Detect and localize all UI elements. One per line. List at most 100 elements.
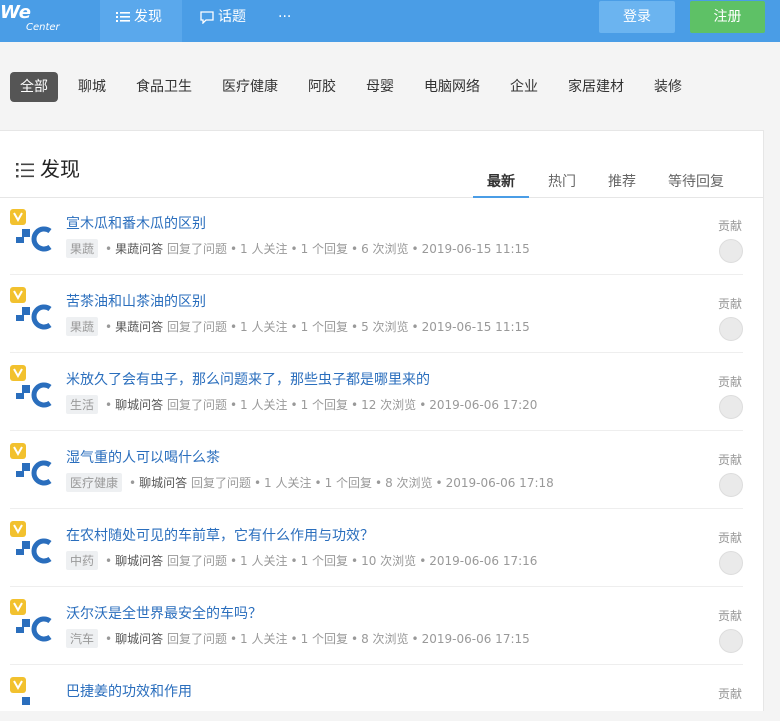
topic-tag[interactable]: 医疗健康	[66, 473, 123, 492]
category-all[interactable]: 全部	[10, 72, 58, 102]
question-title-link[interactable]: 巴捷姜的功效和作用	[66, 681, 192, 701]
follow-count: 1 人关注	[240, 554, 288, 568]
follow-count: 1 人关注	[240, 398, 288, 412]
login-button[interactable]: 登录	[599, 1, 675, 33]
reply-count: 1 个回复	[324, 476, 373, 490]
view-count: 6 次浏览	[361, 242, 409, 256]
register-button[interactable]: 注册	[690, 1, 765, 33]
action-text: 回复了问题	[190, 476, 251, 490]
nav-discover[interactable]: 发现	[100, 0, 182, 42]
question-title-link[interactable]: 沃尔沃是全世界最安全的车吗？	[66, 603, 262, 623]
contributor-avatar[interactable]	[719, 473, 743, 497]
contributor-label: 贡献	[718, 297, 743, 311]
user-avatar-icon[interactable]	[10, 599, 54, 643]
topic-tag[interactable]: 汽车	[66, 629, 99, 648]
view-count: 10 次浏览	[361, 554, 417, 568]
category-computer-network[interactable]: 电脑网络	[414, 72, 490, 102]
category-liaocheng[interactable]: 聊城	[68, 72, 116, 102]
category-enterprise[interactable]: 企业	[500, 72, 548, 102]
category-ejiao[interactable]: 阿胶	[298, 72, 346, 102]
list-item: 巴捷姜的功效和作用 贡献	[0, 665, 763, 705]
source-user-link[interactable]: 聊城问答	[139, 476, 187, 490]
user-avatar-icon[interactable]	[10, 365, 54, 409]
timestamp: 2019-06-15 11:15	[421, 320, 530, 334]
list-item: 沃尔沃是全世界最安全的车吗？ 汽车 • 聊城问答 回复了问题 • 1 人关注 • 1 个回复…	[0, 587, 763, 665]
nav-topics[interactable]: 话题	[184, 0, 266, 42]
user-avatar-icon[interactable]	[10, 287, 54, 331]
category-bar: 全部 聊城 食品卫生 医疗健康 阿胶 母婴 电脑网络 企业 家居建材 装修	[0, 62, 780, 112]
contributor-label: 贡献	[718, 531, 743, 545]
topic-tag[interactable]: 果蔬	[66, 317, 99, 336]
timestamp: 2019-06-06 17:18	[445, 476, 554, 490]
contributor-label: 贡献	[718, 687, 743, 701]
question-meta: 汽车 • 聊城问答 回复了问题 • 1 人关注 • 1 个回复 • 8 次浏览 • 2019-06-…	[66, 629, 530, 648]
question-title-link[interactable]: 湿气重的人可以喝什么茶	[66, 447, 220, 467]
view-count: 12 次浏览	[361, 398, 417, 412]
source-user-link[interactable]: 果蔬问答	[115, 242, 163, 256]
action-text: 回复了问题	[166, 632, 227, 646]
user-avatar-icon[interactable]	[10, 521, 54, 565]
tab-hot[interactable]: 热门	[539, 171, 585, 196]
topic-tag[interactable]: 中药	[66, 551, 99, 570]
question-title-link[interactable]: 苦茶油和山茶油的区别	[66, 291, 206, 311]
action-text: 回复了问题	[166, 320, 227, 334]
follow-count: 1 人关注	[240, 320, 288, 334]
logo-we-text: We	[0, 2, 31, 23]
question-meta: 果蔬 • 果蔬问答 回复了问题 • 1 人关注 • 1 个回复 • 6 次浏览 • 2019-06-…	[66, 239, 530, 258]
site-logo[interactable]: We Center	[0, 0, 62, 42]
contributor-avatar[interactable]	[719, 239, 743, 263]
tab-latest[interactable]: 最新	[473, 171, 529, 198]
topic-tag[interactable]: 生活	[66, 395, 99, 414]
action-text: 回复了问题	[166, 398, 227, 412]
list-item: 米放久了会有虫子，那么问题来了，那些虫子都是哪里来的 生活 • 聊城问答 回复了问题…	[0, 353, 763, 431]
follow-count: 1 人关注	[264, 476, 312, 490]
source-user-link[interactable]: 聊城问答	[115, 632, 163, 646]
reply-count: 1 个回复	[300, 242, 349, 256]
source-user-link[interactable]: 果蔬问答	[115, 320, 163, 334]
view-count: 8 次浏览	[361, 632, 409, 646]
category-food-hygiene[interactable]: 食品卫生	[126, 72, 202, 102]
nav-more[interactable]: ···	[262, 0, 318, 42]
reply-count: 1 个回复	[300, 554, 349, 568]
user-avatar-icon[interactable]	[10, 443, 54, 487]
follow-count: 1 人关注	[240, 242, 288, 256]
user-avatar-icon[interactable]	[10, 677, 54, 721]
question-title-link[interactable]: 宣木瓜和番木瓜的区别	[66, 213, 206, 233]
question-title-link[interactable]: 米放久了会有虫子，那么问题来了，那些虫子都是哪里来的	[66, 369, 430, 389]
category-medical-health[interactable]: 医疗健康	[212, 72, 288, 102]
reply-count: 1 个回复	[300, 320, 349, 334]
category-home-building[interactable]: 家居建材	[558, 72, 634, 102]
question-title-link[interactable]: 在农村随处可见的车前草，它有什么作用与功效？	[66, 525, 374, 545]
contributor-avatar[interactable]	[719, 317, 743, 341]
chat-icon	[200, 10, 214, 25]
view-count: 5 次浏览	[361, 320, 409, 334]
question-meta: 中药 • 聊城问答 回复了问题 • 1 人关注 • 1 个回复 • 10 次浏览 • 2019-06…	[66, 551, 537, 570]
timestamp: 2019-06-06 17:16	[429, 554, 538, 568]
topic-tag[interactable]: 果蔬	[66, 239, 99, 258]
contributor-avatar[interactable]	[719, 629, 743, 653]
timestamp: 2019-06-06 17:15	[421, 632, 530, 646]
list-item: 湿气重的人可以喝什么茶 医疗健康 • 聊城问答 回复了问题 • 1 人关注 • 1 个回复 •…	[0, 431, 763, 509]
contributor-label: 贡献	[718, 453, 743, 467]
category-decoration[interactable]: 装修	[644, 72, 692, 102]
contributor-avatar[interactable]	[719, 395, 743, 419]
top-nav-bar: We Center 发现 话题 ··· 登录 注册	[0, 0, 780, 42]
contributor-label: 贡献	[718, 375, 743, 389]
category-maternal-baby[interactable]: 母婴	[356, 72, 404, 102]
nav-topics-label: 话题	[218, 9, 246, 25]
source-user-link[interactable]: 聊城问答	[115, 554, 163, 568]
contributor-label: 贡献	[718, 219, 743, 233]
tab-waiting-reply[interactable]: 等待回复	[664, 171, 728, 196]
action-text: 回复了问题	[166, 554, 227, 568]
question-meta: 医疗健康 • 聊城问答 回复了问题 • 1 人关注 • 1 个回复 • 8 次浏览 • 2019-0…	[66, 473, 554, 492]
follow-count: 1 人关注	[240, 632, 288, 646]
nav-discover-label: 发现	[134, 9, 162, 25]
source-user-link[interactable]: 聊城问答	[115, 398, 163, 412]
question-meta: 生活 • 聊城问答 回复了问题 • 1 人关注 • 1 个回复 • 12 次浏览 • 2019-06…	[66, 395, 537, 414]
contributor-avatar[interactable]	[719, 551, 743, 575]
more-icon: ···	[278, 9, 292, 25]
list-icon	[116, 12, 130, 22]
tab-recommend[interactable]: 推荐	[599, 171, 645, 196]
user-avatar-icon[interactable]	[10, 209, 54, 253]
reply-count: 1 个回复	[300, 632, 349, 646]
